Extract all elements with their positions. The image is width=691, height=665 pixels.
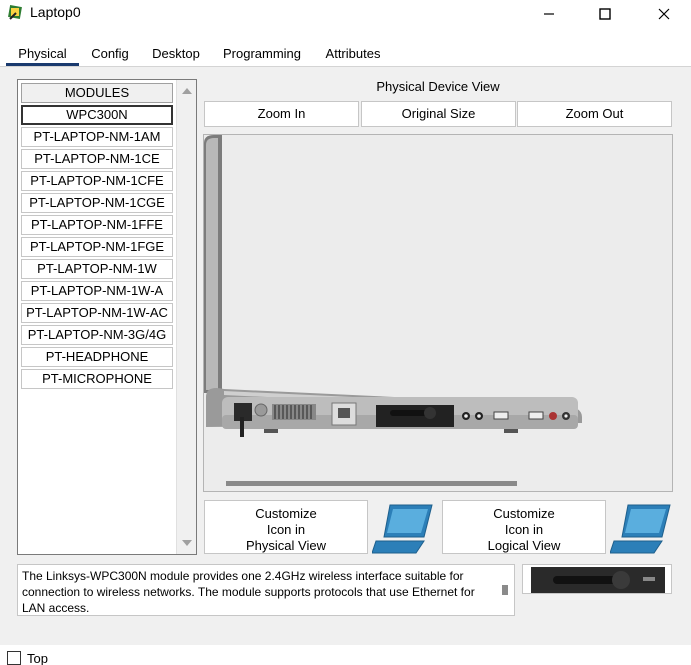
customize-logical-line1: Customize	[493, 506, 555, 521]
original-size-button[interactable]: Original Size	[361, 101, 516, 127]
tab-programming[interactable]: Programming	[216, 40, 308, 66]
modules-header: MODULES	[21, 83, 173, 103]
viewport-hscroll-thumb[interactable]	[226, 481, 517, 486]
module-thumbnail	[522, 564, 672, 594]
laptop-side-image	[204, 135, 582, 437]
device-viewport[interactable]	[203, 134, 673, 492]
physical-device-view-label: Physical Device View	[376, 79, 500, 94]
scroll-down-icon[interactable]	[182, 540, 192, 546]
scroll-up-icon[interactable]	[182, 88, 192, 94]
zoom-in-button[interactable]: Zoom In	[204, 101, 359, 127]
maximize-icon	[599, 8, 611, 20]
customize-logical-line3: Logical View	[487, 538, 561, 553]
module-item[interactable]: PT-LAPTOP-NM-1W	[21, 259, 173, 279]
bottom-bar: Top	[0, 645, 691, 665]
customize-logical-line2: Icon in	[504, 522, 544, 537]
laptop-icon	[610, 504, 671, 554]
minimize-button[interactable]	[526, 0, 572, 28]
module-item[interactable]: PT-LAPTOP-NM-1FGE	[21, 237, 173, 257]
module-item[interactable]: PT-LAPTOP-NM-1FFE	[21, 215, 173, 235]
module-description-text: The Linksys-WPC300N module provides one …	[22, 569, 475, 615]
top-checkbox-label: Top	[27, 651, 48, 665]
close-button[interactable]	[641, 0, 687, 28]
customize-physical-icon-button[interactable]: Customize Icon in Physical View	[204, 500, 368, 554]
tab-config[interactable]: Config	[84, 40, 136, 66]
module-description: The Linksys-WPC300N module provides one …	[17, 564, 515, 616]
maximize-button[interactable]	[582, 0, 628, 28]
module-item[interactable]: PT-LAPTOP-NM-1W-A	[21, 281, 173, 301]
zoom-out-button[interactable]: Zoom Out	[517, 101, 672, 127]
wpc300n-module-image	[531, 567, 665, 593]
tab-desktop[interactable]: Desktop	[144, 40, 208, 66]
module-item[interactable]: PT-LAPTOP-NM-1W-AC	[21, 303, 173, 323]
minimize-icon	[544, 13, 554, 15]
close-icon	[658, 8, 670, 20]
tab-strip: Physical Config Desktop Programming Attr…	[0, 40, 691, 66]
modules-scrollbar[interactable]	[176, 80, 196, 554]
customize-logical-icon-button[interactable]: Customize Icon in Logical View	[442, 500, 606, 554]
tab-physical[interactable]: Physical	[6, 40, 79, 66]
tab-attributes[interactable]: Attributes	[317, 40, 389, 66]
top-checkbox[interactable]	[7, 651, 21, 665]
module-item[interactable]: PT-HEADPHONE	[21, 347, 173, 367]
customize-physical-line2: Icon in	[266, 522, 306, 537]
module-item[interactable]: PT-LAPTOP-NM-1CE	[21, 149, 173, 169]
module-item[interactable]: PT-LAPTOP-NM-1CGE	[21, 193, 173, 213]
laptop-icon	[372, 504, 433, 554]
window-title: Laptop0	[30, 4, 81, 20]
module-item[interactable]: WPC300N	[21, 105, 173, 125]
modules-list[interactable]: MODULES WPC300N PT-LAPTOP-NM-1AM PT-LAPT…	[17, 79, 197, 555]
module-item[interactable]: PT-MICROPHONE	[21, 369, 173, 389]
module-item[interactable]: PT-LAPTOP-NM-1CFE	[21, 171, 173, 191]
title-bar: Laptop0	[0, 0, 691, 30]
customize-physical-line3: Physical View	[246, 538, 326, 553]
packet-tracer-icon	[8, 5, 22, 20]
module-item[interactable]: PT-LAPTOP-NM-3G/4G	[21, 325, 173, 345]
module-item[interactable]: PT-LAPTOP-NM-1AM	[21, 127, 173, 147]
customize-physical-line1: Customize	[255, 506, 317, 521]
description-scroll-thumb[interactable]	[502, 585, 508, 595]
physical-panel: MODULES WPC300N PT-LAPTOP-NM-1AM PT-LAPT…	[0, 67, 691, 645]
